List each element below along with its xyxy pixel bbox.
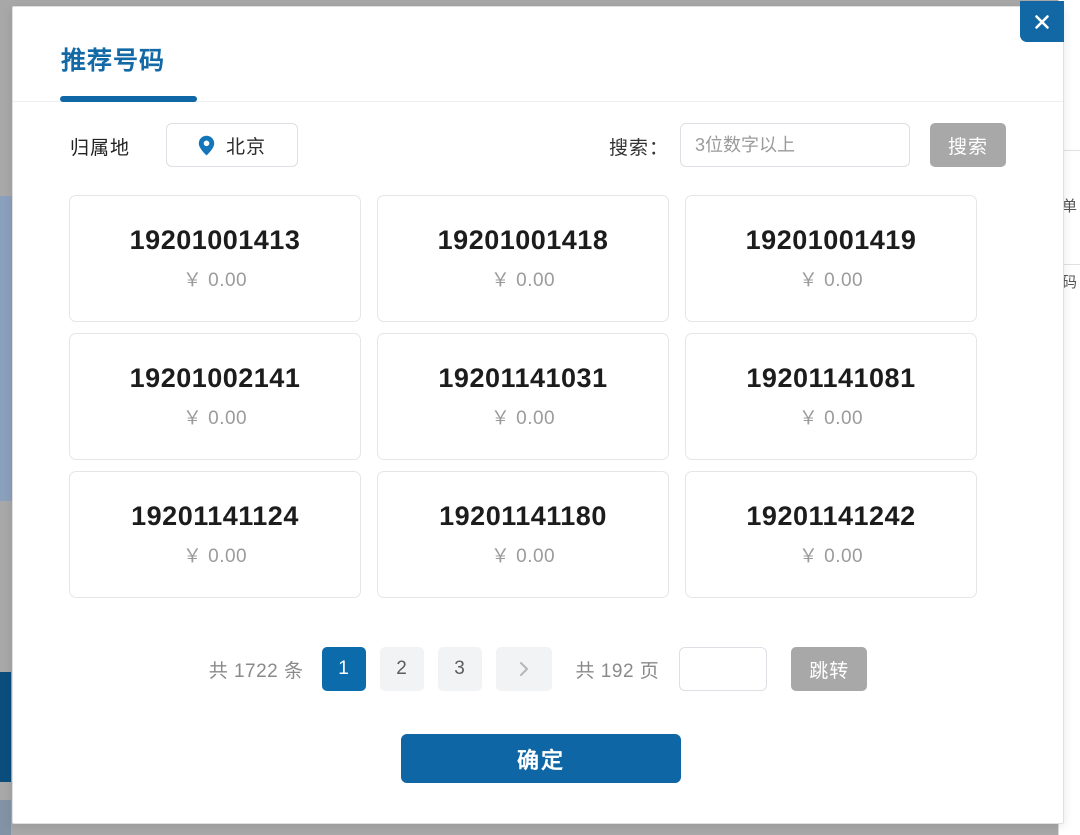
chevron-right-icon xyxy=(519,662,528,676)
number-grid: 19201001413 ￥ 0.00 19201001418 ￥ 0.00 19… xyxy=(69,195,1009,598)
number-value: 19201141124 xyxy=(131,501,299,531)
number-price: ￥ 0.00 xyxy=(798,270,864,291)
region-label: 归属地 xyxy=(70,138,131,159)
search-label: 搜索： xyxy=(609,138,670,159)
number-price: ￥ 0.00 xyxy=(490,408,556,429)
number-value: 19201002141 xyxy=(129,363,301,393)
number-price: ￥ 0.00 xyxy=(182,270,248,291)
pagination-jump-button[interactable]: 跳转 xyxy=(791,647,868,691)
dialog-tab-bar: 推荐号码 xyxy=(13,7,1063,102)
number-price: ￥ 0.00 xyxy=(798,546,864,567)
pagination-page-3[interactable]: 3 xyxy=(437,647,482,691)
number-value: 19201001413 xyxy=(129,225,301,255)
number-card[interactable]: 19201001413 ￥ 0.00 xyxy=(69,195,361,322)
number-price: ￥ 0.00 xyxy=(182,408,248,429)
close-button[interactable] xyxy=(1020,1,1064,42)
number-card[interactable]: 19201002141 ￥ 0.00 xyxy=(69,333,361,460)
pagination-page-count: 共 192 页 xyxy=(575,660,660,682)
number-card[interactable]: 19201141180 ￥ 0.00 xyxy=(377,471,669,598)
number-card[interactable]: 19201141081 ￥ 0.00 xyxy=(685,333,977,460)
number-price: ￥ 0.00 xyxy=(182,546,248,567)
number-card[interactable]: 19201141242 ￥ 0.00 xyxy=(685,471,977,598)
background-text-fragment: 单 xyxy=(1062,197,1078,215)
number-card[interactable]: 19201141031 ￥ 0.00 xyxy=(377,333,669,460)
number-card[interactable]: 19201001419 ￥ 0.00 xyxy=(685,195,977,322)
number-price: ￥ 0.00 xyxy=(490,546,556,567)
pagination-page-1[interactable]: 1 xyxy=(321,647,366,691)
number-card[interactable]: 19201141124 ￥ 0.00 xyxy=(69,471,361,598)
number-value: 19201001418 xyxy=(437,225,609,255)
background-text-fragment: 码 xyxy=(1062,273,1078,291)
search-input[interactable] xyxy=(680,123,910,167)
pagination-jump-input[interactable] xyxy=(679,647,768,691)
location-pin-icon xyxy=(198,135,215,155)
number-price: ￥ 0.00 xyxy=(490,270,556,291)
pagination-total-count: 共 1722 条 xyxy=(208,660,304,682)
filter-row: 归属地 北京 搜索： 搜索 xyxy=(13,117,1063,177)
recommended-numbers-dialog: 推荐号码 归属地 北京 搜索： 搜索 19201001413 ￥ 0.00 19… xyxy=(12,1,1064,824)
confirm-button[interactable]: 确定 xyxy=(401,734,681,783)
number-value: 19201001419 xyxy=(745,225,917,255)
number-card[interactable]: 19201001418 ￥ 0.00 xyxy=(377,195,669,322)
number-value: 19201141242 xyxy=(746,501,916,531)
region-value: 北京 xyxy=(225,136,266,158)
number-value: 19201141081 xyxy=(746,363,916,393)
pagination-next-button[interactable] xyxy=(495,647,552,691)
number-value: 19201141180 xyxy=(439,501,607,531)
tab-active-indicator xyxy=(60,96,197,102)
close-icon xyxy=(1035,14,1049,29)
region-select-button[interactable]: 北京 xyxy=(166,123,298,167)
tab-recommended-numbers[interactable]: 推荐号码 xyxy=(61,41,165,77)
pagination: 共 1722 条 1 2 3 共 192 页 跳转 xyxy=(13,643,1063,695)
background-left-panel xyxy=(0,196,12,501)
pagination-page-2[interactable]: 2 xyxy=(379,647,424,691)
number-value: 19201141031 xyxy=(438,363,608,393)
number-price: ￥ 0.00 xyxy=(798,408,864,429)
background-left-highlight xyxy=(0,672,11,782)
search-button[interactable]: 搜索 xyxy=(930,123,1006,167)
background-left-footer xyxy=(0,800,11,835)
